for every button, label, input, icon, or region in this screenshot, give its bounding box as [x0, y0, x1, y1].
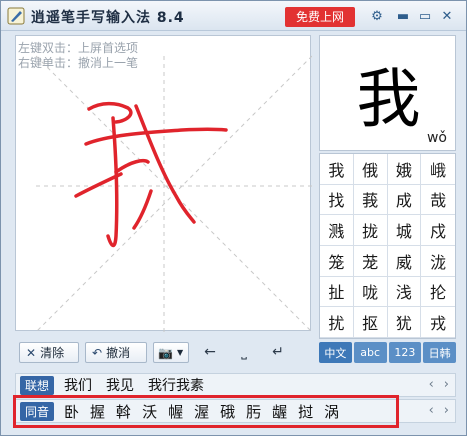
backspace-arrow-icon[interactable]: ← [199, 342, 221, 363]
clear-x-icon: ✕ [26, 345, 37, 360]
next-page-icon[interactable]: › [444, 377, 449, 392]
handwriting-ime-window: 逍遥笔手写输入法 8.4 免费上网 ⚙ ▬ ▭ ✕ 左键双击：上屏首选项 右键单… [0, 0, 467, 436]
gear-icon[interactable]: ⚙ [369, 9, 385, 25]
mode-abc[interactable]: abc [353, 342, 387, 363]
camera-icon: 📷 [158, 345, 173, 360]
candidate-cell[interactable]: 戍 [421, 215, 455, 246]
undo-button[interactable]: ↶ 撤消 [85, 342, 147, 363]
prev-page-icon[interactable]: ‹ [429, 377, 434, 392]
preview-pinyin: wǒ [426, 130, 447, 146]
candidate-cell[interactable]: 抠 [353, 307, 388, 338]
prev-page-icon[interactable]: ‹ [429, 403, 434, 418]
candidate-cell[interactable]: 戎 [421, 307, 455, 338]
candidate-cell[interactable]: 扰 [320, 307, 354, 338]
candidate-cell[interactable]: 抡 [421, 277, 455, 308]
association-word[interactable]: 我见 [106, 375, 134, 395]
next-page-icon[interactable]: › [444, 403, 449, 418]
minimize-icon[interactable]: ▬ [395, 9, 411, 25]
stroke-canvas [35, 55, 312, 332]
candidate-cell[interactable]: 犹 [387, 307, 422, 338]
candidate-cell[interactable]: 莪 [353, 184, 388, 216]
handwriting-pad[interactable]: 左键双击：上屏首选项 右键单击：撤消上一笔 [15, 35, 312, 332]
association-words: 我们 我见 我行我素 [64, 375, 204, 395]
candidate-cell[interactable]: 娥 [387, 154, 422, 185]
candidate-cell[interactable]: 溅 [320, 215, 354, 246]
title-bar[interactable]: 逍遥笔手写输入法 8.4 免费上网 ⚙ ▬ ▭ ✕ [1, 1, 466, 31]
candidate-cell[interactable]: 拢 [353, 215, 388, 246]
association-word[interactable]: 我们 [64, 375, 92, 395]
mode-jp-kr[interactable]: 日韩 [423, 342, 456, 363]
pen-app-icon [7, 7, 25, 25]
undo-icon: ↶ [92, 345, 103, 360]
candidate-grid: 我 俄 娥 峨 找 莪 成 哉 溅 拢 城 戍 笼 茏 威 泷 扯 咙 浅 抡 … [319, 153, 456, 339]
mode-chinese[interactable]: 中文 [319, 342, 352, 363]
candidate-cell[interactable]: 笼 [320, 245, 354, 277]
candidate-cell[interactable]: 我 [320, 154, 354, 185]
clear-button[interactable]: ✕ 清除 [19, 342, 79, 363]
screenshot-button[interactable]: 📷 ▼ [153, 342, 189, 363]
window-title: 逍遥笔手写输入法 8.4 [31, 10, 185, 26]
dropdown-arrow-icon: ▼ [176, 348, 184, 357]
input-mode-bar: 中文 abc 123 日韩 [319, 342, 456, 363]
candidate-cell[interactable]: 扯 [320, 276, 354, 308]
candidate-cell[interactable]: 咙 [353, 276, 388, 308]
candidate-cell[interactable]: 城 [387, 215, 422, 246]
association-tag[interactable]: 联想 [20, 375, 55, 395]
candidate-cell[interactable]: 浅 [387, 276, 422, 308]
candidate-cell[interactable]: 茏 [353, 245, 388, 277]
candidate-cell[interactable]: 俄 [353, 154, 388, 185]
candidate-cell[interactable]: 成 [387, 184, 422, 216]
preview-character: 我 [356, 63, 421, 137]
candidate-cell[interactable]: 峨 [421, 154, 455, 185]
annotation-highlight-box [13, 395, 399, 428]
candidate-cell[interactable]: 找 [320, 184, 354, 216]
candidate-cell[interactable]: 哉 [421, 185, 455, 216]
close-icon[interactable]: ✕ [439, 9, 455, 25]
enter-icon[interactable]: ↵ [267, 342, 289, 363]
candidate-cell[interactable]: 威 [387, 245, 422, 277]
mode-123[interactable]: 123 [388, 342, 422, 363]
association-row: 联想 我们 我见 我行我素 ‹ › [15, 373, 456, 397]
space-icon[interactable]: ⎵ [233, 342, 255, 363]
candidate-cell[interactable]: 泷 [421, 246, 455, 277]
maximize-icon[interactable]: ▭ [417, 9, 433, 25]
association-word[interactable]: 我行我素 [148, 375, 204, 395]
ink-strokes [74, 101, 228, 248]
free-internet-button[interactable]: 免费上网 [285, 7, 355, 27]
character-preview: 我 wǒ [319, 35, 456, 151]
